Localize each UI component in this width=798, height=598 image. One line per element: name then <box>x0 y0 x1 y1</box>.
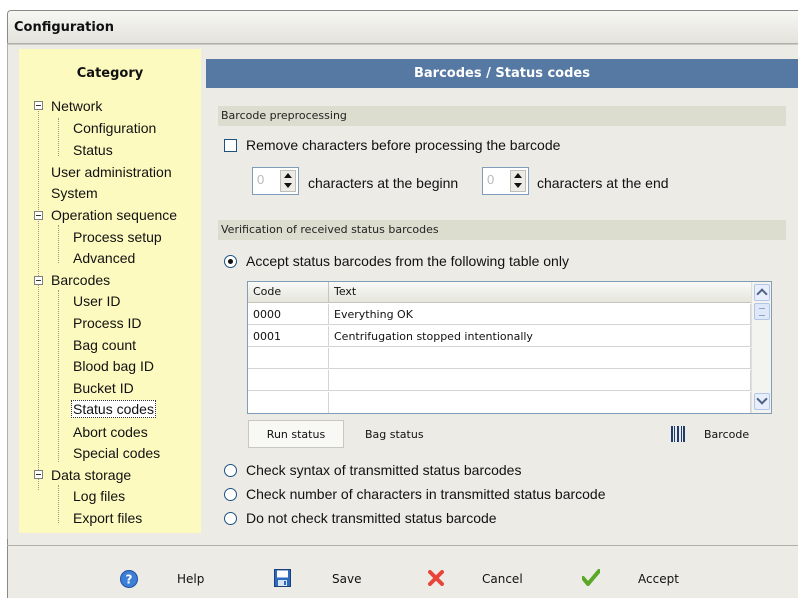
tree-operation-line <box>58 225 59 263</box>
title-bar[interactable]: Configuration <box>8 11 798 45</box>
verification-section: Verification of received status barcodes <box>218 220 786 240</box>
tree-item-user-administration[interactable]: User administration <box>51 163 172 181</box>
tree-item-network[interactable]: Network <box>51 97 102 115</box>
begin-characters-value: 0 <box>257 172 265 187</box>
cancel-button[interactable]: Cancel <box>482 572 523 586</box>
cell-code[interactable]: 0001 <box>248 326 329 347</box>
table-row-empty[interactable] <box>248 348 751 369</box>
save-icon[interactable] <box>274 569 291 587</box>
cell-code[interactable] <box>248 348 329 369</box>
tree-network-line <box>58 118 59 156</box>
page-header: Barcodes / Status codes <box>206 59 798 88</box>
table-row-empty[interactable] <box>248 392 751 413</box>
cell-code[interactable] <box>248 370 329 391</box>
begin-characters-spinner[interactable]: 0 <box>252 167 299 195</box>
tree-item-process-setup[interactable]: Process setup <box>73 228 162 246</box>
begin-spin-arrows-icon[interactable] <box>280 170 296 192</box>
tree-item-log-files[interactable]: Log files <box>73 487 125 505</box>
status-codes-table: Code Text 0000 Everything OK 0001 Centri… <box>247 281 772 414</box>
cell-text[interactable] <box>329 392 751 413</box>
table-row[interactable]: 0000 Everything OK <box>248 304 751 325</box>
cell-text[interactable] <box>329 348 751 369</box>
cell-text[interactable]: Centrifugation stopped intentionally <box>329 326 751 347</box>
cell-code[interactable] <box>248 392 329 413</box>
tree-item-status[interactable]: Status <box>73 141 113 159</box>
operation-expander-icon[interactable] <box>34 211 43 220</box>
bag-status-tab[interactable]: Bag status <box>365 428 424 441</box>
begin-characters-label: characters at the beginn <box>308 175 459 191</box>
end-spin-arrows-icon[interactable] <box>510 170 526 192</box>
no-check-label: Do not check transmitted status barcode <box>246 510 497 526</box>
cancel-icon[interactable] <box>428 570 444 586</box>
accept-table-label: Accept status barcodes from the followin… <box>246 253 569 269</box>
network-expander-icon[interactable] <box>34 101 43 110</box>
scroll-up-icon[interactable] <box>754 284 770 301</box>
tree-item-blood-bag-id[interactable]: Blood bag ID <box>73 357 154 375</box>
footer-divider <box>7 545 798 546</box>
tree-item-user-id[interactable]: User ID <box>73 292 120 310</box>
tree-item-data-storage[interactable]: Data storage <box>51 466 131 484</box>
check-syntax-radio[interactable] <box>224 464 237 477</box>
remove-characters-label: Remove characters before processing the … <box>246 137 561 153</box>
column-header-code[interactable]: Code <box>248 282 329 303</box>
table-row[interactable]: 0001 Centrifugation stopped intentionall… <box>248 326 751 347</box>
preprocessing-section: Barcode preprocessing <box>218 106 786 126</box>
cell-text[interactable]: Everything OK <box>329 304 751 325</box>
accept-table-radio[interactable] <box>224 255 237 268</box>
data-storage-expander-icon[interactable] <box>34 470 43 479</box>
category-title: Category <box>76 66 144 81</box>
save-button[interactable]: Save <box>332 572 361 586</box>
barcodes-expander-icon[interactable] <box>34 276 43 285</box>
tree-item-abort-codes[interactable]: Abort codes <box>73 423 148 441</box>
window-title: Configuration <box>14 20 114 35</box>
cell-code[interactable]: 0000 <box>248 304 329 325</box>
column-header-text[interactable]: Text <box>329 282 752 303</box>
check-number-label: Check number of characters in transmitte… <box>246 486 606 502</box>
tree-item-advanced[interactable]: Advanced <box>73 249 135 267</box>
barcode-tab[interactable]: Barcode <box>704 428 749 441</box>
tree-item-export-files[interactable]: Export files <box>73 509 142 527</box>
remove-characters-checkbox[interactable] <box>224 139 237 152</box>
page-title: Barcodes / Status codes <box>414 66 590 81</box>
tree-item-configuration[interactable]: Configuration <box>73 119 156 137</box>
tree-root-line <box>38 109 39 490</box>
table-row-empty[interactable] <box>248 370 751 391</box>
verification-section-label: Verification of received status barcodes <box>221 223 439 236</box>
end-characters-spinner[interactable]: 0 <box>482 167 529 195</box>
end-characters-label: characters at the end <box>537 175 669 191</box>
accept-check-icon[interactable] <box>582 569 600 586</box>
scroll-thumb[interactable] <box>754 303 770 320</box>
table-scrollbar[interactable] <box>751 282 771 413</box>
tree-item-barcodes[interactable]: Barcodes <box>51 271 110 289</box>
svg-text:?: ? <box>126 573 133 587</box>
check-syntax-label: Check syntax of transmitted status barco… <box>246 462 522 478</box>
check-number-radio[interactable] <box>224 488 237 501</box>
run-status-tab[interactable]: Run status <box>248 420 344 448</box>
tree-item-status-codes[interactable]: Status codes <box>71 400 156 418</box>
preprocessing-section-label: Barcode preprocessing <box>221 109 347 122</box>
end-characters-value: 0 <box>487 172 495 187</box>
tree-item-system[interactable]: System <box>51 184 98 202</box>
help-icon[interactable]: ? <box>120 570 138 588</box>
tree-item-bucket-id[interactable]: Bucket ID <box>73 379 134 397</box>
tree-storage-line <box>58 485 59 523</box>
tree-barcodes-line <box>58 290 59 462</box>
no-check-radio[interactable] <box>224 512 237 525</box>
help-button[interactable]: Help <box>177 572 204 586</box>
scroll-down-icon[interactable] <box>754 393 770 410</box>
tree-item-special-codes[interactable]: Special codes <box>73 444 160 462</box>
barcode-icon[interactable] <box>671 426 685 442</box>
tree-item-bag-count[interactable]: Bag count <box>73 336 136 354</box>
cell-text[interactable] <box>329 370 751 391</box>
tree-item-process-id[interactable]: Process ID <box>73 314 141 332</box>
accept-button[interactable]: Accept <box>638 572 679 586</box>
tree-item-operation-sequence[interactable]: Operation sequence <box>51 206 177 224</box>
